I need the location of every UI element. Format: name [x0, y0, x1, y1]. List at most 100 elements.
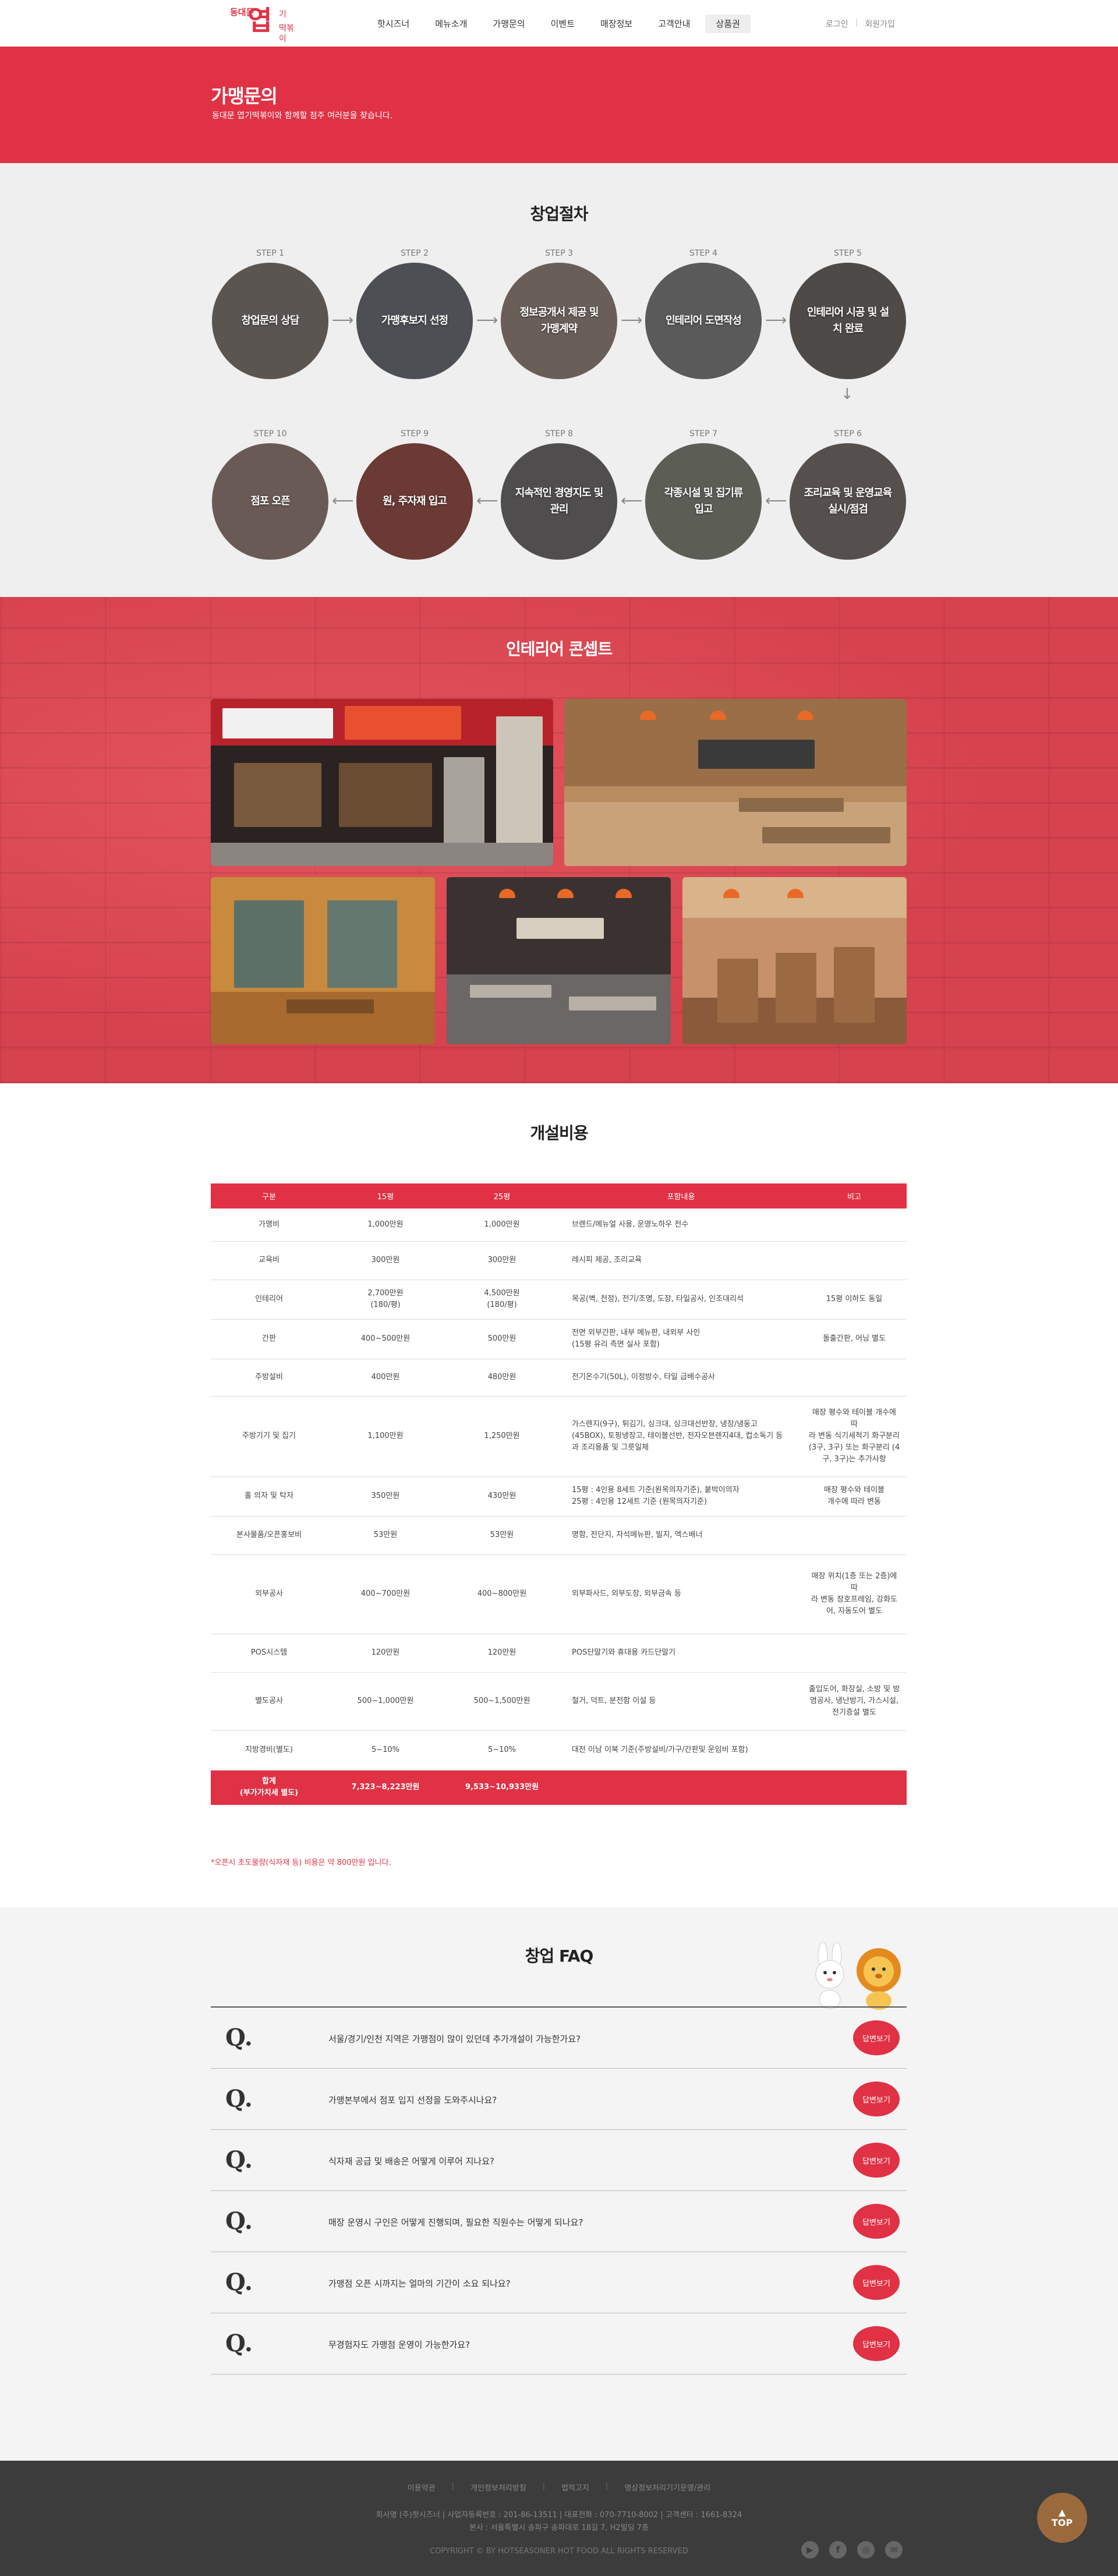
table-cell: POS시스템	[211, 1634, 327, 1673]
copyright: COPYRIGHT © BY HOTSEASONER HOT FOOD ALL …	[430, 2547, 688, 2556]
table-cell: 가맹비	[211, 1209, 327, 1242]
table-header-cell: 구분	[211, 1183, 327, 1209]
process-step-5: STEP 5 인테리어 시공 및 설치 완료	[790, 246, 906, 379]
interior-photo-storefront	[211, 699, 553, 866]
util-menu: 로그인 | 회원가입	[826, 18, 895, 30]
table-cell: 본사물품/오픈홍보비	[211, 1516, 327, 1555]
table-cell: 출입도어, 화장실, 소방 및 방 염공사, 냉난방기, 가스시설, 전기증설 …	[802, 1672, 907, 1731]
step-number: STEP 3	[544, 249, 574, 258]
q-mark: Q.	[225, 2268, 253, 2296]
nav-item-customer[interactable]: 고객안내	[648, 15, 700, 33]
table-cell: 300만원	[444, 1241, 560, 1280]
table-cell: 돌출간판, 어닝 별도	[802, 1319, 907, 1359]
faq-question[interactable]: 가맹점 오픈 시까지는 얼마의 기간이 소요 되나요?	[328, 2277, 511, 2289]
table-total-cell: 9,533~10,933만원	[444, 1770, 560, 1805]
table-cell: 15평 : 4인용 8세트 기준(원목의자기준), 붙박이의자 25평 : 4인…	[560, 1476, 802, 1517]
table-total-cell	[560, 1770, 802, 1805]
table-cell: 대전 이남 이북 기준(주방설비/가구/간판및 운임비 포함)	[560, 1730, 802, 1771]
arrow-right-icon: ⟶	[476, 312, 498, 329]
answer-button[interactable]: 답변보기	[853, 2082, 900, 2116]
step-number: STEP 6	[833, 429, 862, 439]
table-cell: 300만원	[327, 1241, 444, 1280]
nav-item-hotseasoner[interactable]: 핫시즈너	[367, 15, 420, 33]
table-row: POS시스템 120만원 120만원 POS단말기와 휴대용 카드단말기	[211, 1634, 907, 1673]
answer-button[interactable]: 답변보기	[853, 2020, 900, 2055]
brand-logo[interactable]: 동대문 엽 기 떡볶이	[230, 3, 300, 44]
talk-icon[interactable]: ✉	[885, 2541, 903, 2559]
login-link[interactable]: 로그인	[826, 18, 848, 30]
table-cell	[802, 1359, 907, 1397]
q-mark: Q.	[225, 2146, 253, 2174]
nav-item-menu[interactable]: 메뉴소개	[424, 15, 477, 33]
scroll-top-button[interactable]: ▲ TOP	[1037, 2493, 1087, 2543]
answer-button[interactable]: 답변보기	[853, 2265, 900, 2300]
logo-text-right-2: 떡볶이	[279, 24, 294, 44]
footer-link-cctv[interactable]: 영상정보처리기기운영/관리	[624, 2482, 710, 2493]
footer-link-legal[interactable]: 법적고지	[561, 2482, 589, 2493]
table-header-cell: 15평	[327, 1183, 444, 1209]
interior-photo-dining	[564, 699, 907, 866]
table-cell: 가스렌지(9구), 튀김기, 싱크대, 싱크대선반장, 냉장/냉동고 (45BO…	[560, 1396, 802, 1477]
startup-faq-section: 창업 FAQ Q. 서울/경기/인천 지역은 가맹점이 많이 있던데 추가개설이…	[0, 1907, 1118, 2461]
faq-question[interactable]: 무경험자도 가맹점 운영이 가능한가요?	[328, 2338, 470, 2351]
process-step-10: STEP 10 점포 오픈	[212, 427, 328, 560]
answer-button[interactable]: 답변보기	[853, 2204, 900, 2239]
section-title: 창업절차	[530, 204, 588, 224]
table-cell	[802, 1634, 907, 1673]
footer-link-terms[interactable]: 이용약관	[408, 2482, 436, 2493]
arrow-left-icon: ⟵	[476, 492, 498, 510]
arrow-right-icon: ⟶	[332, 312, 354, 329]
section-title: 인테리어 콘셉트	[505, 639, 613, 659]
arrow-down-icon: ↓	[841, 386, 854, 403]
arrow-right-icon: ⟶	[621, 312, 643, 329]
faq-question[interactable]: 서울/경기/인천 지역은 가맹점이 많이 있던데 추가개설이 가능한가요?	[328, 2033, 581, 2045]
instagram-icon[interactable]: ◎	[857, 2541, 875, 2559]
table-row: 간판 400~500만원 500만원 전면 외부간판, 내부 메뉴판, 내외부 사인 …	[211, 1319, 907, 1359]
faq-item[interactable]: Q. 가맹점 오픈 시까지는 얼마의 기간이 소요 되나요? 답변보기	[211, 2252, 907, 2313]
section-title: 개설비용	[530, 1123, 588, 1143]
faq-item[interactable]: Q. 가맹본부에서 점포 입지 선정을 도와주시나요? 답변보기	[211, 2069, 907, 2130]
faq-question[interactable]: 가맹본부에서 점포 입지 선정을 도와주시나요?	[328, 2094, 497, 2106]
photo-table	[569, 997, 656, 1010]
step-circle: 창업문의 상담	[212, 263, 328, 379]
footer-links: 이용약관 | 개인정보처리방침 | 법적고지 | 영상정보처리기기운영/관리	[0, 2482, 1118, 2493]
nav-item-store[interactable]: 매장정보	[590, 15, 643, 33]
table-cell: 400만원	[327, 1359, 444, 1397]
sns-links: ▶ f ◎ ✉	[801, 2541, 913, 2559]
join-link[interactable]: 회원가입	[865, 18, 895, 30]
table-cell: 120만원	[327, 1634, 444, 1673]
interior-photo-chairs	[682, 877, 907, 1044]
table-cell: 53만원	[444, 1516, 560, 1555]
nav-item-giftcard[interactable]: 상품권	[705, 15, 751, 33]
table-header-row: 구분 15평 25평 포함내용 비고	[211, 1183, 907, 1209]
nav-item-franchise[interactable]: 가맹문의	[482, 15, 535, 33]
table-cell: 매장 위치(1층 또는 2층)에 따 라 변동 장호프레임, 강화도 어, 자동…	[802, 1554, 907, 1634]
main-nav: 핫시즈너 메뉴소개 가맹문의 이벤트 매장정보 고객안내 상품권	[367, 15, 755, 33]
answer-button[interactable]: 답변보기	[853, 2326, 900, 2361]
photo-sidewalk	[211, 843, 553, 866]
faq-item[interactable]: Q. 무경험자도 가맹점 운영이 가능한가요? 답변보기	[211, 2313, 907, 2374]
photo-signboard	[345, 706, 461, 740]
step-circle: 각종시설 및 집기류 입고	[645, 443, 762, 560]
step-number: STEP 4	[689, 249, 718, 258]
photo-window	[339, 763, 432, 827]
footer-link-privacy[interactable]: 개인정보처리방침	[470, 2482, 526, 2493]
util-divider: |	[855, 18, 858, 27]
photo-chair	[717, 959, 758, 1023]
arrow-left-icon: ⟵	[332, 492, 354, 510]
table-cell: 교육비	[211, 1241, 327, 1280]
facebook-icon[interactable]: f	[829, 2541, 847, 2559]
photo-menu-board	[698, 740, 815, 769]
step-circle: 원, 주자재 입고	[356, 443, 473, 560]
answer-button[interactable]: 답변보기	[853, 2143, 900, 2178]
process-step-3: STEP 3 정보공개서 제공 및 가맹계약	[501, 246, 617, 379]
nav-item-event[interactable]: 이벤트	[540, 15, 585, 33]
youtube-icon[interactable]: ▶	[801, 2541, 819, 2559]
faq-item[interactable]: Q. 매장 운영시 구인은 어떻게 진행되며, 필요한 직원수는 어떻게 되나요…	[211, 2191, 907, 2252]
faq-question[interactable]: 매장 운영시 구인은 어떻게 진행되며, 필요한 직원수는 어떻게 되나요?	[328, 2216, 583, 2228]
top-label: TOP	[1051, 2517, 1073, 2528]
interior-photo-hall	[447, 877, 671, 1044]
faq-item[interactable]: Q. 식자재 공급 및 배송은 어떻게 이루어 지나요? 답변보기	[211, 2130, 907, 2191]
faq-question[interactable]: 식자재 공급 및 배송은 어떻게 이루어 지나요?	[328, 2155, 494, 2167]
faq-item[interactable]: Q. 서울/경기/인천 지역은 가맹점이 많이 있던데 추가개설이 가능한가요?…	[211, 2008, 907, 2069]
